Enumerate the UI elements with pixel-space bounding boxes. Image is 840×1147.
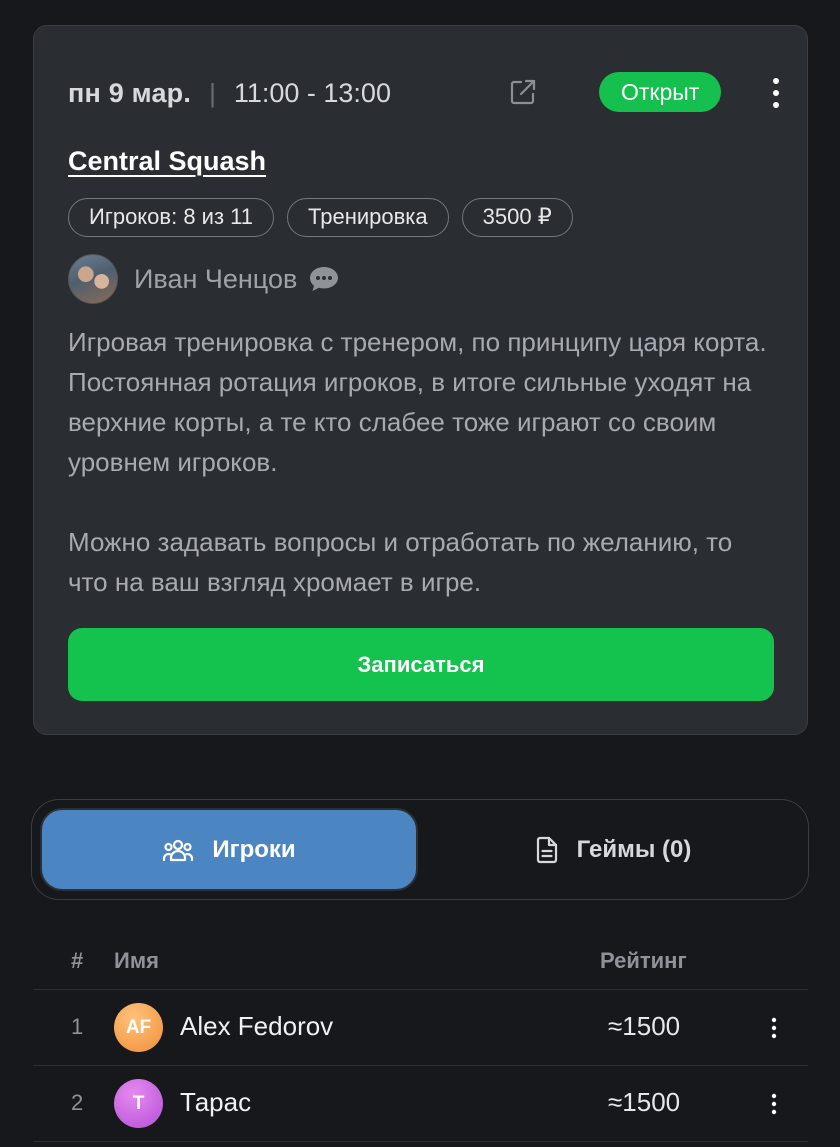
organizer[interactable]: Иван Ченцов bbox=[68, 254, 341, 304]
event-type-tag: Тренировка bbox=[287, 198, 449, 237]
venue-link[interactable]: Central Squash bbox=[68, 146, 266, 177]
header-separator: | bbox=[209, 77, 216, 108]
more-vertical-icon[interactable] bbox=[768, 1016, 780, 1040]
event-date: пн 9 мар. bbox=[68, 77, 192, 108]
status-badge: Открыт bbox=[599, 72, 722, 112]
row-index: 1 bbox=[71, 1014, 84, 1039]
event-description: Игровая тренировка с тренером, по принци… bbox=[68, 322, 778, 602]
more-vertical-icon[interactable] bbox=[768, 1092, 780, 1116]
tab-games[interactable]: Геймы (0) bbox=[424, 808, 802, 891]
event-tags: Игроков: 8 из 11 Тренировка 3500 ₽ bbox=[68, 198, 573, 237]
tab-bar: Игроки Геймы (0) bbox=[31, 799, 809, 900]
event-header: пн 9 мар. | 11:00 - 13:00 Открыт bbox=[68, 72, 779, 114]
players-count-tag: Игроков: 8 из 11 bbox=[68, 198, 275, 237]
chat-bubble-icon[interactable] bbox=[307, 264, 341, 294]
table-row[interactable]: 1 AF Alex Fedorov ≈1500 bbox=[33, 990, 808, 1066]
column-rating[interactable]: Рейтинг bbox=[600, 948, 687, 974]
description-paragraph: Игровая тренировка с тренером, по принци… bbox=[68, 327, 767, 477]
tab-players-label: Игроки bbox=[212, 835, 296, 863]
event-card: пн 9 мар. | 11:00 - 13:00 Открыт Central… bbox=[33, 25, 808, 735]
document-icon bbox=[536, 836, 557, 863]
users-icon bbox=[163, 839, 194, 861]
table-header: # Имя Рейтинг bbox=[33, 930, 808, 990]
join-button[interactable]: Записаться bbox=[68, 628, 774, 701]
table-row[interactable]: 2 T Тарас ≈1500 bbox=[33, 1066, 808, 1142]
tab-players[interactable]: Игроки bbox=[40, 808, 418, 891]
organizer-name: Иван Ченцов bbox=[134, 263, 298, 294]
row-index: 2 bbox=[71, 1090, 84, 1115]
description-paragraph: Можно задавать вопросы и отработать по ж… bbox=[68, 527, 733, 597]
player-rating: ≈1500 bbox=[608, 1087, 681, 1117]
price-tag: 3500 ₽ bbox=[461, 198, 573, 237]
more-vertical-icon[interactable] bbox=[766, 76, 786, 110]
column-number: # bbox=[71, 948, 84, 973]
avatar: AF bbox=[114, 1003, 163, 1052]
event-time: 11:00 - 13:00 bbox=[233, 77, 391, 108]
players-table: # Имя Рейтинг 1 AF Alex Fedorov ≈1500 2 … bbox=[33, 930, 808, 1142]
avatar: T bbox=[114, 1079, 163, 1128]
player-rating: ≈1500 bbox=[608, 1011, 681, 1041]
organizer-avatar bbox=[68, 254, 118, 304]
player-name[interactable]: Тарас bbox=[180, 1087, 251, 1118]
column-name[interactable]: Имя bbox=[114, 948, 159, 974]
external-link-icon[interactable] bbox=[508, 77, 538, 107]
player-name[interactable]: Alex Fedorov bbox=[180, 1011, 333, 1042]
tab-games-label: Геймы (0) bbox=[576, 835, 692, 863]
